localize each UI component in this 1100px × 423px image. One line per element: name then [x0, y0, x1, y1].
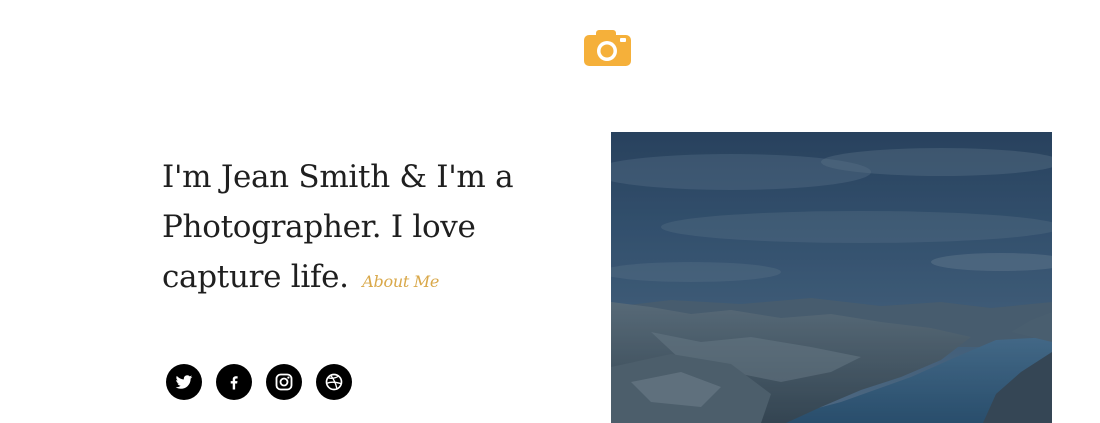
intro-line-3: capture life. [162, 259, 349, 295]
hero-landscape-image [611, 132, 1052, 423]
intro-line-2: Photographer. I love [162, 209, 476, 245]
camera-icon[interactable] [583, 27, 632, 67]
about-me-link[interactable]: About Me [362, 272, 439, 291]
facebook-icon[interactable] [216, 364, 252, 400]
social-links [166, 364, 352, 400]
intro-line-1: I'm Jean Smith & I'm a [162, 159, 514, 195]
dribbble-icon[interactable] [316, 364, 352, 400]
twitter-icon[interactable] [166, 364, 202, 400]
intro-heading: I'm Jean Smith & I'm a Photographer. I l… [162, 152, 582, 307]
instagram-icon[interactable] [266, 364, 302, 400]
